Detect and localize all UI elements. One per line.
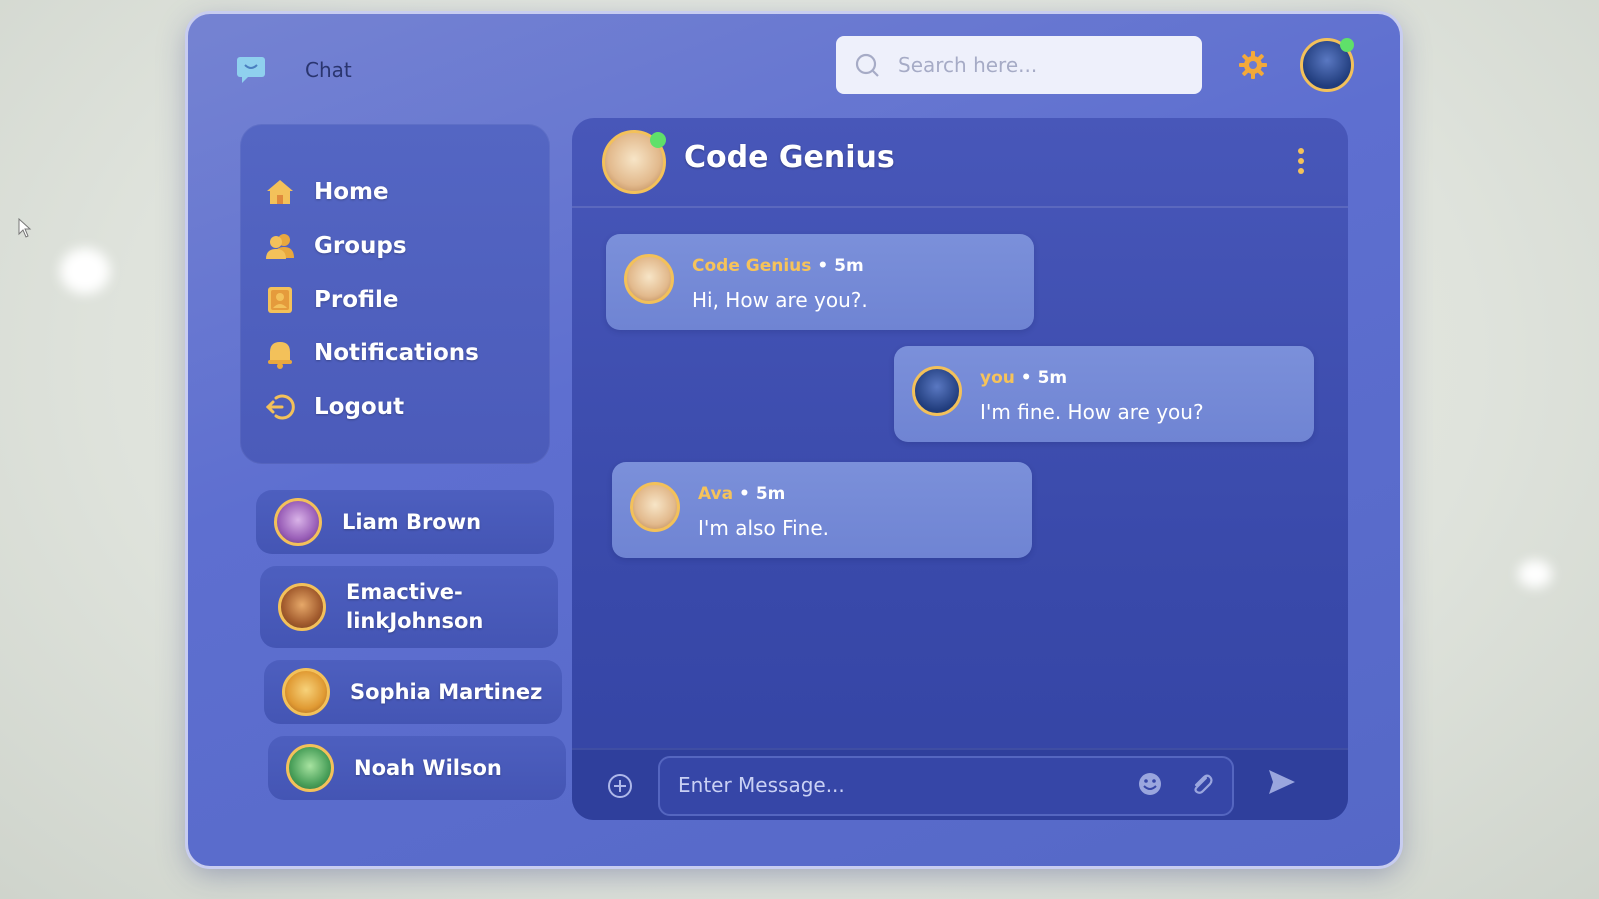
avatar — [278, 583, 326, 631]
avatar — [282, 668, 330, 716]
emoji-icon[interactable] — [1136, 770, 1164, 798]
message-text: Hi, How are you?. — [692, 288, 868, 312]
avatar — [286, 744, 334, 792]
add-attachment-icon[interactable] — [606, 772, 634, 800]
chat-logo-icon — [237, 57, 265, 83]
message-meta: Code Genius • 5m — [692, 256, 864, 276]
logout-icon — [265, 394, 295, 420]
message-meta: Ava • 5m — [698, 484, 786, 504]
nav-label: Logout — [314, 394, 405, 420]
contact-liam-brown[interactable]: Liam Brown — [256, 490, 554, 554]
light-glare — [60, 248, 110, 294]
message-time: 5m — [834, 256, 864, 276]
search-input[interactable] — [896, 52, 1180, 78]
message-sender: Ava — [698, 484, 734, 504]
contact-name: Noah Wilson — [354, 755, 502, 780]
home-icon — [267, 180, 293, 204]
app-title: Chat — [305, 58, 352, 82]
online-status-dot — [1340, 38, 1354, 52]
nav-label: Groups — [314, 233, 407, 259]
profile-icon — [268, 287, 292, 313]
search-icon — [855, 53, 879, 77]
nav-item-groups[interactable]: Groups — [264, 230, 407, 262]
gear-icon[interactable] — [1238, 50, 1268, 80]
message-time: 5m — [755, 484, 786, 504]
nav-label: Notifications — [314, 340, 479, 366]
chat-app-window: Chat Home — [188, 14, 1400, 866]
contact-name-line: Emactive- — [346, 580, 463, 604]
send-icon[interactable] — [1266, 766, 1298, 798]
message-text: I'm also Fine. — [698, 516, 830, 540]
nav-label: Home — [314, 179, 389, 205]
avatar — [912, 366, 962, 416]
contact-noah-wilson[interactable]: Noah Wilson — [268, 736, 566, 800]
message-sender: Code Genius — [692, 256, 812, 276]
contact-name-line: linkJohnson — [346, 609, 484, 633]
message-sender: you — [980, 368, 1015, 388]
message-time: 5m — [1037, 368, 1068, 388]
contact-name: Liam Brown — [342, 509, 482, 534]
mouse-cursor-icon — [18, 218, 32, 238]
light-glare — [1518, 560, 1552, 588]
message-meta: you • 5m — [980, 368, 1068, 388]
message-bubble: you • 5m I'm fine. How are you? — [894, 346, 1314, 442]
more-options-icon[interactable] — [1296, 148, 1306, 178]
contact-name: Emactive- linkJohnson — [346, 578, 483, 636]
contact-name: Sophia Martinez — [350, 679, 543, 704]
nav-label: Profile — [314, 287, 399, 313]
contact-emactive-linkjohnson[interactable]: Emactive- linkJohnson — [260, 566, 558, 648]
message-composer — [572, 748, 1348, 820]
nav-item-profile[interactable]: Profile — [264, 284, 399, 316]
nav-item-home[interactable]: Home — [264, 176, 389, 208]
message-input-box[interactable] — [658, 756, 1234, 816]
avatar — [630, 482, 680, 532]
contact-sophia-martinez[interactable]: Sophia Martinez — [264, 660, 562, 724]
sidebar-nav: Home Groups Profile Notifications Logout — [240, 124, 550, 464]
chat-panel: Code Genius Code Genius • 5m Hi, How are… — [572, 118, 1348, 820]
message-bubble: Ava • 5m I'm also Fine. — [612, 462, 1032, 558]
chat-title: Code Genius — [684, 140, 895, 175]
bell-icon — [268, 342, 292, 369]
nav-item-logout[interactable]: Logout — [264, 391, 404, 423]
message-input[interactable] — [676, 772, 1120, 798]
nav-item-notifications[interactable]: Notifications — [264, 337, 479, 369]
paperclip-icon[interactable] — [1188, 770, 1216, 798]
online-status-dot — [650, 132, 666, 148]
groups-icon — [266, 234, 294, 259]
avatar — [624, 254, 674, 304]
chat-header: Code Genius — [572, 118, 1348, 208]
search-bar[interactable] — [836, 36, 1202, 94]
message-bubble: Code Genius • 5m Hi, How are you?. — [606, 234, 1034, 330]
message-text: I'm fine. How are you? — [980, 400, 1204, 424]
avatar — [274, 498, 322, 546]
